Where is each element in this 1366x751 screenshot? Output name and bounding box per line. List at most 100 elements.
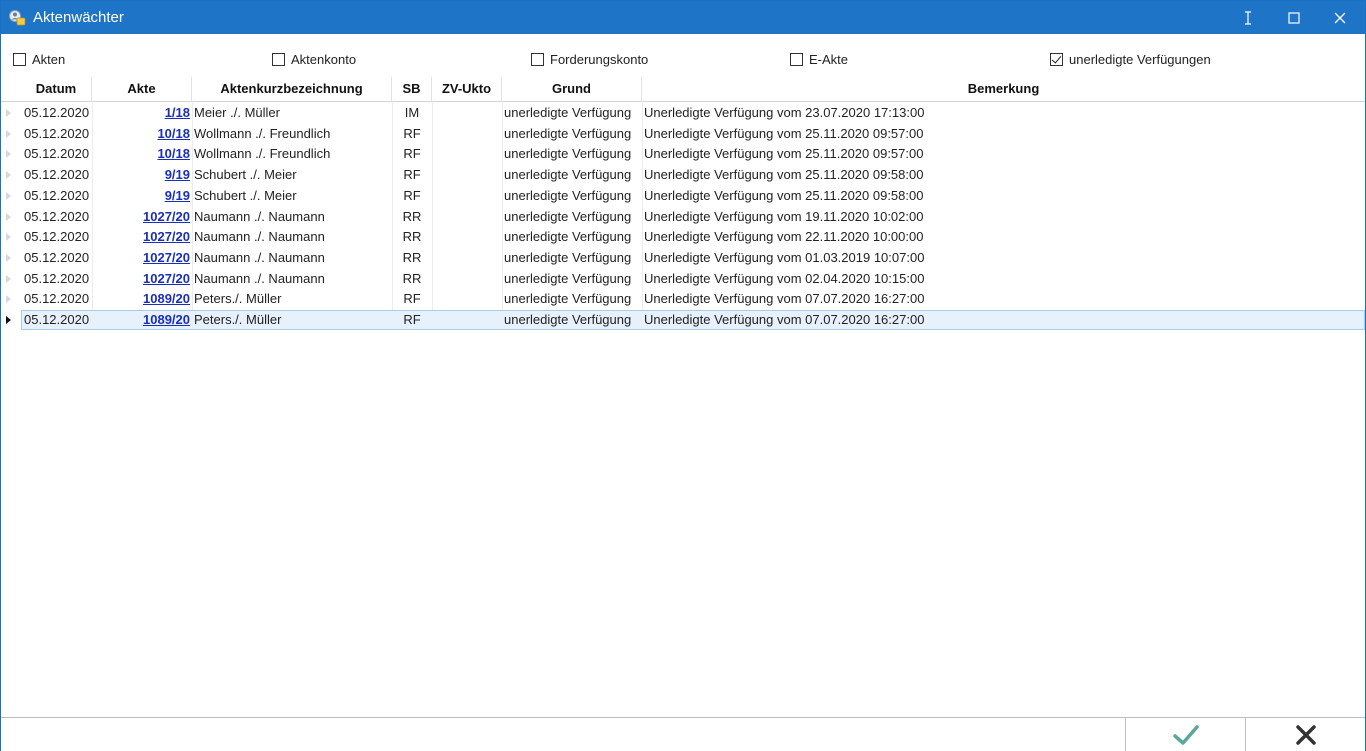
cell-datum: 05.12.2020 [24,187,90,203]
table-row[interactable]: 05.12.2020 9/19 Schubert ./. Meier RF un… [1,165,1365,185]
cell-aktenkurzbezeichnung: Schubert ./. Meier [194,187,297,203]
table-row-selected[interactable]: 05.12.2020 1089/20 Peters./. Müller RF u… [1,310,1365,330]
cell-akte: 1027/20 [93,269,190,289]
cell-bemerkung: Unerledigte Verfügung vom 25.11.2020 09:… [644,146,924,162]
cell-zv-ukto [433,227,501,247]
ok-button[interactable] [1126,718,1245,751]
checkmark-icon [1172,725,1199,745]
filter-e-akte[interactable]: E-Akte [790,49,848,69]
akte-link[interactable]: 10/18 [157,126,190,141]
column-header-grund[interactable]: Grund [502,77,642,102]
cell-datum: 05.12.2020 [24,270,90,286]
cell-aktenkurzbezeichnung: Peters./. Müller [194,291,282,307]
akte-link[interactable]: 9/19 [165,188,190,203]
filter-unerledigte-verfuegungen[interactable]: unerledigte Verfügungen [1050,49,1211,69]
akte-link[interactable]: 1/18 [165,105,190,120]
cell-datum: 05.12.2020 [24,125,90,141]
table-row[interactable]: 05.12.2020 1027/20 Naumann ./. Naumann R… [1,269,1365,289]
cell-akte: 1089/20 [93,310,190,330]
akte-link[interactable]: 10/18 [157,146,190,161]
akte-link[interactable]: 1027/20 [143,209,190,224]
row-indicator-icon [6,274,11,283]
cell-zv-ukto [433,289,501,309]
filter-e-akte-checkbox[interactable] [790,52,803,66]
grid-header: Datum Akte Aktenkurzbezeichnung SB ZV-Uk… [1,77,1365,102]
cell-grund: unerledigte Verfügung [504,208,632,224]
cell-datum: 05.12.2020 [24,146,90,162]
filter-bar: Akten Aktenkonto Forderungskonto E-Akte … [1,49,1365,69]
cell-zv-ukto [433,165,501,185]
close-icon [1334,12,1346,23]
akte-link[interactable]: 1027/20 [143,229,190,244]
cell-zv-ukto [433,124,501,144]
cell-akte: 1089/20 [93,289,190,309]
filter-forderungskonto[interactable]: Forderungskonto [531,49,648,69]
cell-grund: unerledigte Verfügung [504,270,632,286]
cell-datum: 05.12.2020 [24,312,90,327]
akte-link[interactable]: 1089/20 [143,291,190,306]
cell-aktenkurzbezeichnung: Peters./. Müller [194,312,282,327]
table-row[interactable]: 05.12.2020 1027/20 Naumann ./. Naumann R… [1,248,1365,268]
cell-aktenkurzbezeichnung: Naumann ./. Naumann [194,270,325,286]
maximize-button[interactable] [1271,1,1317,34]
filter-aktenkonto[interactable]: Aktenkonto [272,49,356,69]
table-row[interactable]: 05.12.2020 10/18 Wollmann ./. Freundlich… [1,124,1365,144]
cell-aktenkurzbezeichnung: Schubert ./. Meier [194,167,297,183]
cell-sb: RR [402,229,422,245]
filter-akten[interactable]: Akten [13,49,65,69]
cell-sb: RR [402,249,422,265]
filter-forderungskonto-checkbox[interactable] [531,52,544,66]
akte-link[interactable]: 9/19 [165,167,190,182]
table-row[interactable]: 05.12.2020 10/18 Wollmann ./. Freundlich… [1,144,1365,164]
table-row[interactable]: 05.12.2020 1027/20 Naumann ./. Naumann R… [1,207,1365,227]
cell-akte: 1027/20 [93,207,190,227]
column-header-zv-ukto[interactable]: ZV-Ukto [432,77,502,102]
cell-akte: 1/18 [93,103,190,123]
cell-sb: RF [403,146,421,162]
filter-unerledigte-verfuegungen-checkbox[interactable] [1050,52,1063,66]
column-header-akte[interactable]: Akte [92,77,192,102]
table-row[interactable]: 05.12.2020 9/19 Schubert ./. Meier RF un… [1,186,1365,206]
column-header-sb[interactable]: SB [392,77,432,102]
pin-button[interactable] [1225,1,1271,34]
maximize-icon [1288,11,1300,24]
column-header-datum[interactable]: Datum [21,77,92,102]
cell-grund: unerledigte Verfügung [504,125,632,141]
akte-link[interactable]: 1027/20 [143,250,190,265]
cell-aktenkurzbezeichnung: Wollmann ./. Freundlich [194,125,331,141]
cell-akte: 9/19 [93,165,190,185]
cell-sb: RF [403,312,421,327]
column-header-bemerkung[interactable]: Bemerkung [642,77,1365,102]
close-button[interactable] [1317,1,1363,34]
table-row[interactable]: 05.12.2020 1089/20 Peters./. Müller RF u… [1,289,1365,309]
akte-link[interactable]: 1027/20 [143,271,190,286]
column-header-aktenkurzbezeichnung[interactable]: Aktenkurzbezeichnung [192,77,392,102]
filter-aktenkonto-label: Aktenkonto [291,51,357,67]
filter-aktenkonto-checkbox[interactable] [272,52,285,66]
cell-bemerkung: Unerledigte Verfügung vom 25.11.2020 09:… [644,187,924,203]
cell-zv-ukto [433,248,501,268]
cell-datum: 05.12.2020 [24,167,90,183]
akte-link[interactable]: 1089/20 [143,312,190,327]
cell-aktenkurzbezeichnung: Naumann ./. Naumann [194,229,325,245]
cell-sb: IM [404,105,420,120]
filter-akten-checkbox[interactable] [13,52,26,66]
cancel-button[interactable] [1246,718,1365,751]
cell-bemerkung: Unerledigte Verfügung vom 22.11.2020 10:… [644,229,924,245]
cell-zv-ukto [433,103,501,123]
cell-datum: 05.12.2020 [24,249,90,265]
table-row[interactable]: 05.12.2020 1027/20 Naumann ./. Naumann R… [1,227,1365,247]
cell-grund: unerledigte Verfügung [504,167,632,183]
cell-akte: 9/19 [93,186,190,206]
cell-akte: 1027/20 [93,248,190,268]
cell-aktenkurzbezeichnung: Meier ./. Müller [194,105,280,120]
cell-datum: 05.12.2020 [24,105,90,120]
cell-akte: 1027/20 [93,227,190,247]
table-row[interactable]: 05.12.2020 1/18 Meier ./. Müller IM uner… [1,103,1365,123]
cell-sb: RF [403,125,421,141]
button-bar [1,717,1365,751]
cell-grund: unerledigte Verfügung [504,105,632,120]
cell-bemerkung: Unerledigte Verfügung vom 01.03.2019 10:… [644,249,925,265]
title-bar: Aktenwächter [1,1,1365,34]
cell-aktenkurzbezeichnung: Wollmann ./. Freundlich [194,146,331,162]
